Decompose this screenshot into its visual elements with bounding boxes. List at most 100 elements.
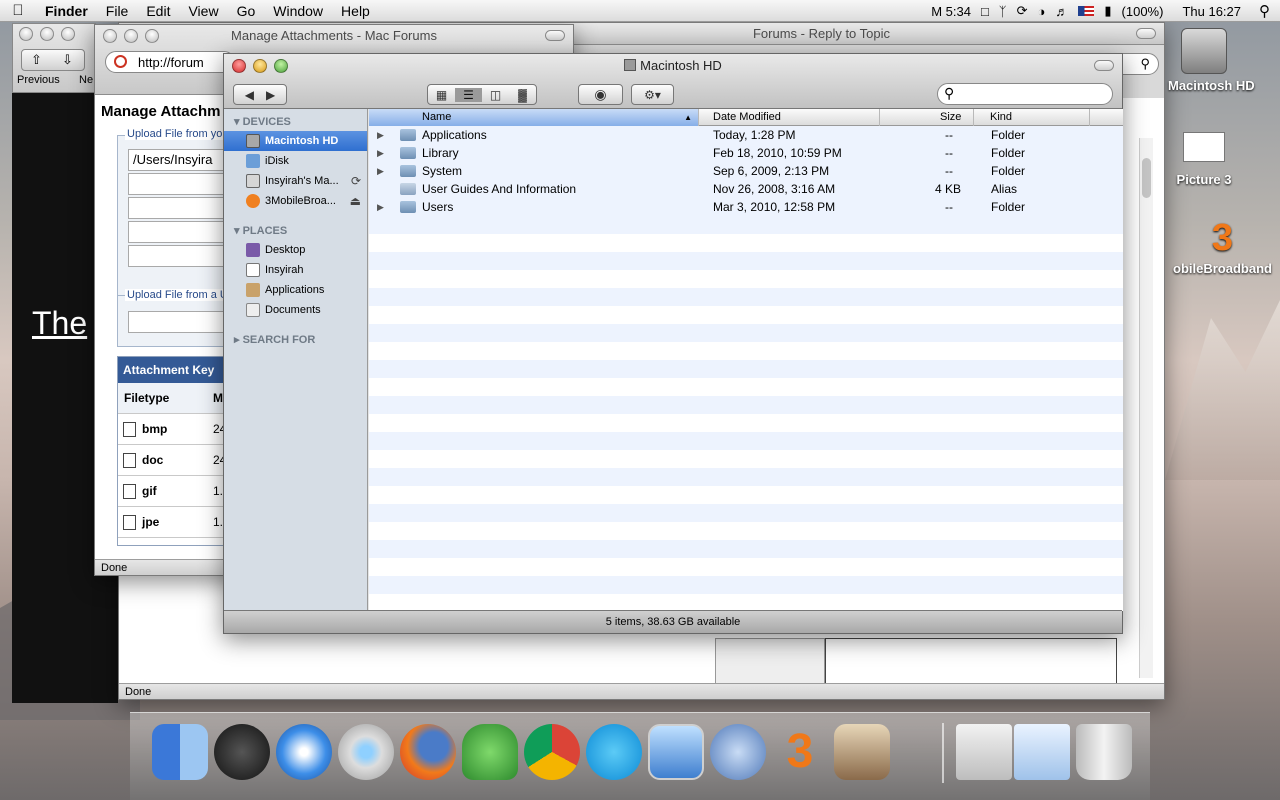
file-field-3[interactable] — [128, 197, 228, 219]
background-page-text[interactable]: The — [32, 305, 87, 342]
menu-app-finder[interactable]: Finder — [36, 0, 97, 22]
column-header-name[interactable]: Name ▲ — [369, 109, 699, 126]
list-view-icon[interactable]: ☰ — [455, 87, 482, 102]
dock-adium-icon[interactable] — [462, 724, 518, 780]
toolbar-toggle-button[interactable] — [1094, 60, 1114, 71]
sidebar-item-applications[interactable]: Applications — [224, 280, 367, 300]
sidebar-item-home[interactable]: Insyirah — [224, 260, 367, 280]
close-button[interactable] — [103, 29, 117, 43]
scroll-thumb[interactable] — [1142, 158, 1151, 198]
sd-card-icon[interactable]: □ — [976, 4, 994, 19]
row-stripe — [369, 504, 1123, 522]
view-mode-selector[interactable]: ▦ ☰ ◫ ▓ — [427, 84, 537, 105]
sidebar-item-desktop[interactable]: Desktop — [224, 240, 367, 260]
sidebar-item-idisk[interactable]: iDisk — [224, 151, 367, 171]
volume-icon[interactable]: ♬ — [1050, 4, 1073, 19]
dock-itunes-icon[interactable] — [338, 724, 394, 780]
menu-clock[interactable]: Thu 16:27 — [1168, 4, 1255, 19]
bluetooth-icon[interactable]: ᛉ — [994, 4, 1012, 19]
sidebar-item-3mobile[interactable]: 3MobileBroa... ⏏ — [224, 191, 367, 211]
column-header-kind[interactable]: Kind — [974, 109, 1090, 126]
zoom-button[interactable] — [145, 29, 159, 43]
column-header-date[interactable]: Date Modified — [699, 109, 880, 126]
menu-edit[interactable]: Edit — [137, 0, 179, 22]
menu-help[interactable]: Help — [332, 0, 379, 22]
back-forward-buttons[interactable]: ⇧ ⇩ — [21, 49, 85, 71]
apple-menu-icon[interactable]:  — [0, 2, 36, 19]
menu-window[interactable]: Window — [264, 0, 332, 22]
finder-search-field[interactable]: ⚲ — [937, 83, 1113, 105]
menu-go[interactable]: Go — [228, 0, 265, 22]
minimize-button[interactable] — [124, 29, 138, 43]
minimize-button[interactable] — [40, 27, 54, 41]
time-machine-icon[interactable]: ⟳ — [1012, 3, 1033, 19]
sidebar-search-header[interactable]: ▸ SEARCH FOR — [234, 333, 315, 346]
file-row-applications[interactable]: ▶ Applications Today, 1:28 PM -- Folder — [369, 126, 1123, 144]
desktop-icon-macintosh-hd[interactable]: Macintosh HD — [1168, 28, 1255, 93]
dock-preview-icon[interactable] — [648, 724, 704, 780]
previous-label[interactable]: Previous — [17, 74, 60, 86]
sidebar-item-macintosh-hd[interactable]: Macintosh HD — [224, 131, 367, 151]
us-flag-input-icon[interactable] — [1078, 6, 1095, 16]
cover-flow-icon[interactable]: ▓ — [509, 88, 536, 102]
back-icon[interactable]: ◀ — [245, 88, 254, 102]
dock-skype-icon[interactable] — [586, 724, 642, 780]
wifi-icon[interactable]: ◑ — [1033, 4, 1051, 19]
file-field-5[interactable] — [128, 245, 228, 267]
column-header-size[interactable]: Size — [880, 109, 974, 126]
file-row-library[interactable]: ▶ Library Feb 18, 2010, 10:59 PM -- Fold… — [369, 144, 1123, 162]
dock-safari-icon[interactable] — [276, 724, 332, 780]
column-view-icon[interactable]: ◫ — [482, 88, 509, 102]
next-label[interactable]: Ne — [79, 74, 93, 86]
icon-view-icon[interactable]: ▦ — [428, 88, 455, 102]
dock-quicktime-icon[interactable] — [710, 724, 766, 780]
file-field-2[interactable] — [128, 173, 228, 195]
file-row-users[interactable]: ▶ Users Mar 3, 2010, 12:58 PM -- Folder — [369, 198, 1123, 216]
eject-icon[interactable]: ⏏ — [350, 191, 361, 211]
file-row-user-guides[interactable]: User Guides And Information Nov 26, 2008… — [369, 180, 1123, 198]
forward-icon[interactable]: ▶ — [266, 88, 275, 102]
page-scrollbar[interactable] — [1139, 138, 1153, 678]
desktop-icon-mobile-broadband[interactable]: 3 obileBroadband — [1165, 215, 1280, 276]
finder-toolbar[interactable]: Macintosh HD ◀ ▶ ▦ ☰ ◫ ▓ ◉ ⚙▾ ⚲ — [224, 54, 1122, 109]
sidebar-item-documents[interactable]: Documents — [224, 300, 367, 320]
back-forward-buttons[interactable]: ◀ ▶ — [233, 84, 287, 105]
dock-chrome-icon[interactable] — [524, 724, 580, 780]
menu-view[interactable]: View — [179, 0, 227, 22]
moon-clock-menu-extra[interactable]: M 5:34 — [926, 4, 976, 19]
quick-look-button[interactable]: ◉ — [578, 84, 623, 105]
action-menu-button[interactable]: ⚙▾ — [631, 84, 674, 105]
battery-icon[interactable]: ▮ — [1099, 3, 1116, 19]
close-button[interactable] — [19, 27, 33, 41]
desktop-icon-picture-3[interactable]: Picture 3 — [1172, 132, 1236, 187]
dock-3mobile-icon[interactable]: 3 — [772, 724, 828, 780]
file-field-4[interactable] — [128, 221, 228, 243]
menu-file[interactable]: File — [97, 0, 138, 22]
disclosure-triangle-icon[interactable]: ▶ — [377, 198, 384, 216]
file-path-field[interactable]: /Users/Insyira — [128, 149, 228, 171]
disclosure-triangle-icon[interactable]: ▶ — [377, 126, 384, 144]
dock-trash-icon[interactable] — [1076, 724, 1132, 780]
dock-iphoto-icon[interactable] — [834, 724, 890, 780]
sync-icon[interactable]: ⟳ — [351, 171, 361, 191]
dock-documents-stack-icon[interactable] — [956, 724, 1012, 780]
sidebar-item-shared-mac[interactable]: Insyirah's Ma... ⟳ — [224, 171, 367, 191]
key-row-size: 1. — [213, 484, 224, 498]
attachments-titlebar[interactable]: Manage Attachments - Mac Forums — [95, 25, 573, 47]
spotlight-icon[interactable]: ⚲ — [1255, 2, 1280, 20]
dock-dashboard-icon[interactable] — [214, 724, 270, 780]
url-upload-field[interactable] — [128, 311, 228, 333]
dock-picture-stack-icon[interactable] — [1014, 724, 1070, 780]
disclosure-triangle-icon[interactable]: ▶ — [377, 144, 384, 162]
disclosure-triangle-icon[interactable]: ▶ — [377, 162, 384, 180]
toolbar-toggle-button[interactable] — [1136, 28, 1156, 39]
url-field[interactable]: http://forum — [105, 51, 235, 73]
zoom-button[interactable] — [61, 27, 75, 41]
dock-finder-icon[interactable] — [152, 724, 208, 780]
toolbar-toggle-button[interactable] — [545, 30, 565, 41]
sidebar-devices-header[interactable]: ▾ DEVICES — [234, 115, 291, 128]
dock-firefox-icon[interactable] — [400, 724, 456, 780]
battery-percent[interactable]: (100%) — [1117, 4, 1169, 19]
sidebar-places-header[interactable]: ▾ PLACES — [234, 224, 287, 237]
file-row-system[interactable]: ▶ System Sep 6, 2009, 2:13 PM -- Folder — [369, 162, 1123, 180]
